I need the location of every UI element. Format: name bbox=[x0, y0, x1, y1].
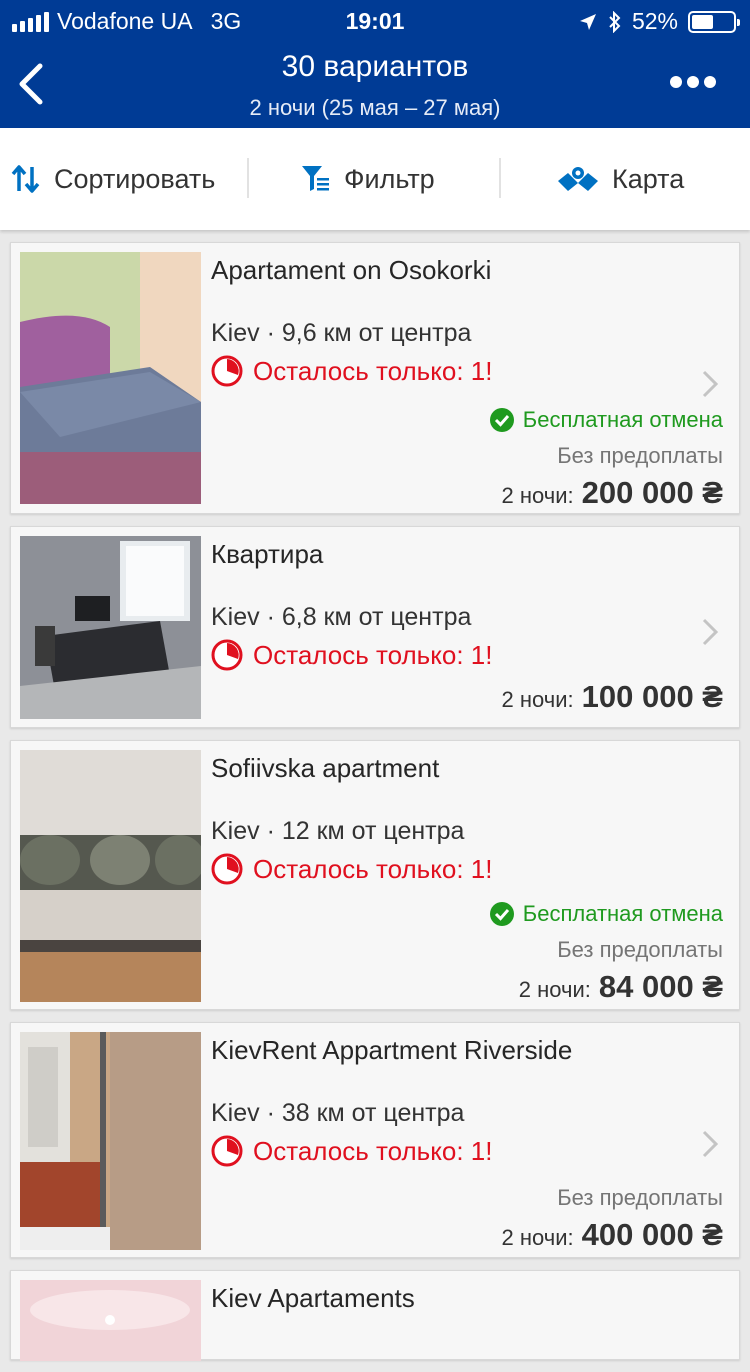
property-location: Kiev · 12 км от центра bbox=[211, 817, 465, 845]
property-card[interactable]: Sofiivska apartment Kiev · 12 км от цент… bbox=[10, 740, 740, 1010]
property-info: KievRent Appartment Riverside Kiev · 38 … bbox=[211, 1033, 723, 1252]
sort-button[interactable]: Сортировать bbox=[10, 128, 215, 230]
property-location: Kiev · 9,6 км от центра bbox=[211, 319, 472, 347]
toolbar: Сортировать Фильтр Карта bbox=[0, 128, 750, 230]
sort-label: Сортировать bbox=[54, 163, 216, 194]
more-options-button[interactable] bbox=[670, 76, 716, 88]
property-photo bbox=[20, 252, 201, 504]
urgency-text: Осталось только: 1! bbox=[253, 1135, 493, 1166]
checkmark-circle-icon bbox=[489, 408, 514, 432]
chevron-right-icon bbox=[702, 370, 719, 398]
property-photo bbox=[20, 750, 201, 1002]
property-info: Apartament on Osokorki Kiev · 9,6 км от … bbox=[211, 253, 723, 510]
urgency-message: Осталось только: 1! bbox=[211, 1135, 492, 1167]
map-icon bbox=[558, 167, 598, 191]
urgency-message: Осталось только: 1! bbox=[211, 639, 492, 671]
property-card[interactable]: Квартира Kiev · 6,8 км от центра Осталос… bbox=[10, 526, 740, 728]
urgency-text: Осталось только: 1! bbox=[253, 853, 493, 884]
toolbar-divider bbox=[247, 158, 249, 198]
sort-icon bbox=[11, 165, 40, 193]
location-arrow-icon bbox=[579, 13, 596, 30]
map-button[interactable]: Карта bbox=[556, 128, 684, 230]
price: 400 000 ₴ bbox=[581, 1217, 723, 1252]
price-row: 2 ночи: 84 000 ₴ bbox=[519, 969, 723, 1005]
urgency-text: Осталось только: 1! bbox=[253, 639, 493, 670]
property-card[interactable]: Apartament on Osokorki Kiev · 9,6 км от … bbox=[10, 242, 740, 514]
toolbar-divider bbox=[499, 158, 501, 198]
free-cancellation: Бесплатная отмена bbox=[489, 901, 723, 927]
nights-label: 2 ночи: bbox=[501, 483, 574, 508]
battery-fill bbox=[692, 14, 713, 29]
app-header: Vodafone UA 3G 19:01 52% 30 вариантов 2 … bbox=[0, 0, 750, 128]
urgency-text: Осталось только: 1! bbox=[253, 355, 493, 386]
property-info: Sofiivska apartment Kiev · 12 км от цент… bbox=[211, 751, 723, 1004]
nights-label: 2 ночи: bbox=[518, 977, 591, 1002]
nights-label: 2 ночи: bbox=[501, 1225, 574, 1250]
checkmark-circle-icon bbox=[489, 902, 514, 926]
price-row: 2 ночи: 400 000 ₴ bbox=[502, 1217, 723, 1253]
free-cancellation-text: Бесплатная отмена bbox=[522, 901, 723, 926]
status-right: 52% bbox=[578, 8, 740, 35]
chevron-right-icon bbox=[702, 1130, 719, 1158]
property-list: Apartament on Osokorki Kiev · 9,6 км от … bbox=[10, 242, 740, 1372]
property-name: Kiev Apartaments bbox=[211, 1283, 415, 1313]
urgency-message: Осталось только: 1! bbox=[211, 355, 492, 387]
page-subtitle: 2 ночи (25 мая – 27 мая) bbox=[249, 95, 501, 120]
clock-alert-icon bbox=[211, 853, 243, 885]
property-name: Sofiivska apartment bbox=[211, 753, 440, 783]
property-photo bbox=[20, 536, 201, 719]
free-cancellation: Бесплатная отмена bbox=[489, 407, 723, 433]
property-name: Квартира bbox=[211, 539, 324, 569]
property-info: Квартира Kiev · 6,8 км от центра Осталос… bbox=[211, 537, 723, 714]
filter-icon bbox=[302, 166, 329, 191]
clock-alert-icon bbox=[211, 355, 243, 387]
no-prepayment: Без предоплаты bbox=[557, 443, 723, 468]
property-card[interactable]: Kiev Apartaments bbox=[10, 1270, 740, 1361]
price-row: 2 ночи: 100 000 ₴ bbox=[502, 679, 723, 715]
clock-alert-icon bbox=[211, 639, 243, 671]
price: 84 000 ₴ bbox=[598, 969, 723, 1004]
clock-alert-icon bbox=[211, 1135, 243, 1167]
price: 100 000 ₴ bbox=[581, 679, 723, 714]
property-location: Kiev · 38 км от центра bbox=[211, 1099, 465, 1127]
battery-icon bbox=[688, 10, 740, 33]
property-photo bbox=[20, 1032, 201, 1250]
no-prepayment: Без предоплаты bbox=[557, 1185, 723, 1210]
filter-button[interactable]: Фильтр bbox=[300, 128, 435, 230]
property-location: Kiev · 6,8 км от центра bbox=[211, 603, 472, 631]
battery-percent: 52% bbox=[631, 8, 678, 34]
no-prepayment: Без предоплаты bbox=[557, 937, 723, 962]
property-info: Kiev Apartaments bbox=[211, 1281, 723, 1315]
filter-label: Фильтр bbox=[344, 163, 435, 194]
price-row: 2 ночи: 200 000 ₴ bbox=[502, 475, 723, 511]
property-card[interactable]: KievRent Appartment Riverside Kiev · 38 … bbox=[10, 1022, 740, 1258]
property-photo bbox=[20, 1280, 201, 1361]
bluetooth-icon bbox=[609, 10, 621, 33]
free-cancellation-text: Бесплатная отмена bbox=[522, 407, 723, 432]
price: 200 000 ₴ bbox=[581, 475, 723, 510]
status-bar: Vodafone UA 3G 19:01 52% bbox=[0, 0, 750, 42]
map-label: Карта bbox=[612, 163, 685, 194]
property-name: KievRent Appartment Riverside bbox=[211, 1035, 573, 1065]
property-name: Apartament on Osokorki bbox=[211, 255, 492, 285]
urgency-message: Осталось только: 1! bbox=[211, 853, 492, 885]
nights-label: 2 ночи: bbox=[501, 687, 574, 712]
chevron-right-icon bbox=[702, 618, 719, 646]
page-title: 30 вариантов bbox=[281, 50, 469, 83]
